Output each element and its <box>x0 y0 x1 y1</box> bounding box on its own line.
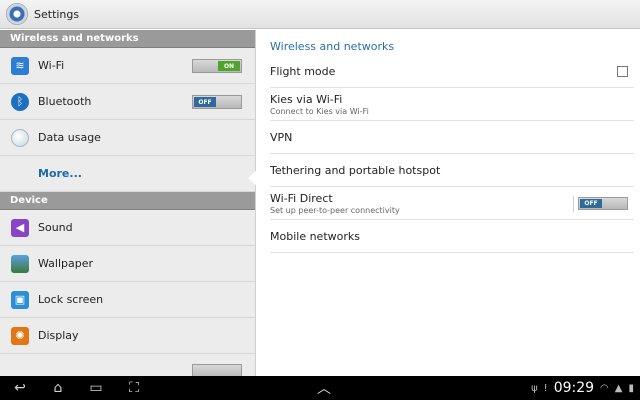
wifi-direct-row[interactable]: Wi-Fi Direct Set up peer-to-peer connect… <box>270 187 634 220</box>
sidebar-item-data-usage[interactable]: Data usage <box>0 120 255 156</box>
sidebar-item-wallpaper[interactable]: Wallpaper <box>0 246 255 282</box>
settings-gear-icon[interactable] <box>6 3 28 25</box>
battery-icon: ▮ <box>628 382 634 394</box>
system-navigation-bar: ↩ ⌂ ▭ ⛶ ︿ ψ ! 09:29 ◠ ▲ ▮ <box>0 376 640 400</box>
chevron-up-icon[interactable]: ︿ <box>312 378 336 398</box>
mobile-networks-label: Mobile networks <box>270 229 360 243</box>
sidebar-item-label: Wi-Fi <box>38 59 65 72</box>
sidebar-item-display[interactable]: ✺ Display <box>0 318 255 354</box>
sidebar-item-lock-screen[interactable]: ▣ Lock screen <box>0 282 255 318</box>
bluetooth-toggle[interactable]: OFF <box>192 95 242 109</box>
kies-wifi-summary: Connect to Kies via Wi-Fi <box>270 106 369 116</box>
home-icon[interactable]: ⌂ <box>46 378 70 398</box>
toggle-state: OFF <box>194 97 216 107</box>
bluetooth-icon: ᛒ <box>11 92 29 111</box>
tethering-row[interactable]: Tethering and portable hotspot <box>270 154 634 187</box>
sidebar-item-label: Sound <box>38 221 73 234</box>
app-title: Settings <box>34 7 80 21</box>
toggle-state: OFF <box>580 199 602 208</box>
section-header-wireless: Wireless and networks <box>0 30 255 48</box>
flight-mode-checkbox[interactable] <box>617 66 628 77</box>
status-area[interactable]: ψ ! 09:29 ◠ ▲ ▮ <box>531 376 634 400</box>
sidebar-item-partial[interactable] <box>0 354 255 376</box>
vpn-label: VPN <box>270 130 293 144</box>
detail-header: Wireless and networks <box>270 40 395 53</box>
sidebar-item-label: Display <box>38 329 79 342</box>
tethering-label: Tethering and portable hotspot <box>270 163 441 177</box>
flight-mode-row[interactable]: Flight mode <box>270 55 634 88</box>
vpn-row[interactable]: VPN <box>270 121 634 154</box>
screenshot-icon[interactable]: ⛶ <box>122 378 146 398</box>
sidebar-item-bluetooth[interactable]: ᛒ Bluetooth OFF <box>0 84 255 120</box>
selection-pointer <box>248 170 257 186</box>
sidebar-item-label: More... <box>38 167 82 180</box>
sidebar-item-label: Wallpaper <box>38 257 94 270</box>
toggle-divider <box>573 196 574 212</box>
back-icon[interactable]: ↩ <box>8 378 32 398</box>
display-icon: ✺ <box>11 326 29 345</box>
data-usage-icon <box>11 128 29 147</box>
usb-icon: ψ <box>531 382 538 394</box>
wifi-direct-toggle[interactable]: OFF <box>573 196 628 212</box>
sidebar-item-more[interactable]: More... <box>0 156 255 192</box>
lock-icon: ▣ <box>11 290 29 309</box>
title-bar: Settings <box>0 0 640 29</box>
sidebar-item-label: Bluetooth <box>38 95 92 108</box>
wifi-toggle[interactable]: ON <box>192 59 242 73</box>
section-header-device: Device <box>0 192 255 210</box>
kies-wifi-row[interactable]: Kies via Wi-Fi Connect to Kies via Wi-Fi <box>270 88 634 121</box>
settings-category-list: Wireless and networks ≋ Wi-Fi ON ᛒ Bluet… <box>0 30 256 376</box>
wifi-signal-icon: ◠ <box>600 382 609 394</box>
mobile-networks-row[interactable]: Mobile networks <box>270 220 634 253</box>
sound-icon: ◀ <box>11 218 29 237</box>
settings-detail-pane: Wireless and networks Flight mode Kies v… <box>257 30 640 376</box>
sidebar-item-label: Data usage <box>38 131 101 144</box>
sidebar-item-wifi[interactable]: ≋ Wi-Fi ON <box>0 48 255 84</box>
wallpaper-icon <box>11 254 29 273</box>
sidebar-item-label: Lock screen <box>38 293 104 306</box>
cell-signal-icon: ▲ <box>614 382 623 394</box>
flight-mode-label: Flight mode <box>270 64 336 78</box>
clock: 09:29 <box>553 380 595 396</box>
recent-apps-icon[interactable]: ▭ <box>84 378 108 398</box>
sidebar-item-sound[interactable]: ◀ Sound <box>0 210 255 246</box>
notification-icon: ! <box>543 382 548 394</box>
partial-toggle[interactable] <box>192 364 242 376</box>
wifi-icon: ≋ <box>11 56 29 75</box>
kies-wifi-label: Kies via Wi-Fi <box>270 92 343 106</box>
toggle-state: ON <box>218 61 240 71</box>
